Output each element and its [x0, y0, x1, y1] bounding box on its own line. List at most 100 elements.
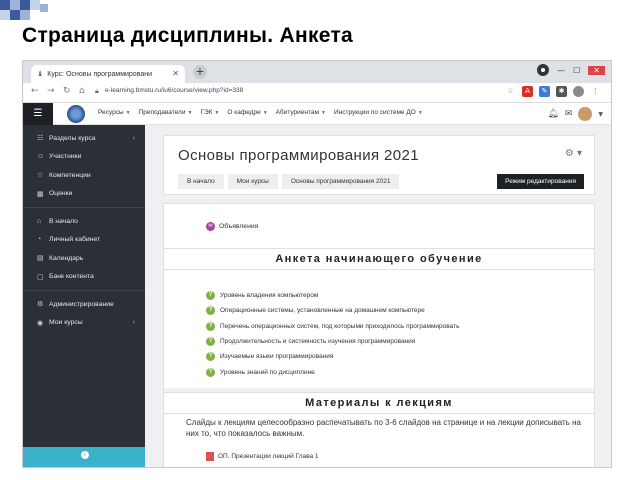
main-content: Основы программирования 2021 ⚙ ▾ В начал… — [145, 125, 611, 467]
courses-icon: ◉ — [37, 319, 44, 327]
survey-icon: ? — [206, 367, 215, 377]
forum-icon: ✉ — [206, 222, 215, 231]
survey-icon: ? — [206, 291, 215, 301]
file-icon: ▢ — [37, 273, 44, 281]
page-title: Основы программирования 2021 — [178, 147, 420, 164]
tab-bar: ♝ Курс: Основы программировани ✕ + — ☐ ✕ — [23, 61, 611, 83]
close-tab-icon[interactable]: ✕ — [172, 69, 179, 78]
presentation-link[interactable]: ОП. Презентации лекций Глава 1 — [206, 452, 319, 461]
list-icon: ☷ — [37, 135, 44, 143]
slide: Страница дисциплины. Анкета ♝ Курс: Осно… — [0, 0, 640, 480]
reload-icon[interactable]: ↻ — [63, 86, 71, 96]
course-content: ✉ Объявления Анкета начинающего обучение… — [163, 203, 595, 467]
section-survey-header: Анкета начинающего обучение — [164, 248, 594, 270]
list-item[interactable]: ? Перечень операционных систем, под котор… — [206, 319, 460, 334]
top-menu: Ресурсы ▼ Преподаватели ▼ ГЭК ▼ О кафедре ▼ … — [98, 109, 423, 116]
list-item[interactable]: ? Продолжительность и системность изучени… — [206, 334, 460, 349]
pdf-extension-icon[interactable]: A — [522, 86, 533, 97]
minimize-icon[interactable]: — — [557, 66, 565, 75]
avatar[interactable] — [578, 107, 593, 121]
record-icon[interactable] — [537, 64, 550, 76]
puzzle-icon[interactable]: ✱ — [556, 86, 567, 97]
browser-window: ♝ Курс: Основы программировани ✕ + — ☐ ✕… — [22, 60, 612, 468]
back-icon[interactable]: ← — [31, 86, 39, 96]
sidebar-group-admin: ⚙ Администрирование ◉ Мои курсы ‹ — [23, 291, 145, 336]
info-icon[interactable]: i — [81, 451, 89, 459]
course-header: Основы программирования 2021 ⚙ ▾ В начал… — [163, 135, 595, 195]
address-bar: ← → ↻ ⌂ 🔒︎ e-learning.bmstu.ru/iu6/cours… — [23, 83, 611, 103]
menu-item-resources[interactable]: Ресурсы ▼ — [98, 109, 131, 116]
survey-icon: ? — [206, 337, 215, 347]
sidebar-item-administration[interactable]: ⚙ Администрирование — [23, 295, 145, 314]
sidebar-item-grades[interactable]: ▦ Оценки — [23, 185, 145, 204]
notifications-icon[interactable]: 🔔︎ — [547, 109, 558, 119]
gear-icon: ⚙ — [37, 301, 44, 309]
section-lectures-header: Материалы к лекциям — [164, 392, 594, 414]
chevron-left-icon[interactable]: ‹ — [133, 135, 135, 142]
tab-title: Курс: Основы программировани — [47, 70, 153, 78]
extensions: ☆ A ✎ ✱ ⋮ — [505, 86, 601, 97]
menu-item-instructions[interactable]: Инструкции по системе ДО ▼ — [334, 109, 423, 116]
more-menu-icon[interactable]: ⋮ — [590, 86, 601, 97]
announcements-link[interactable]: ✉ Объявления — [206, 222, 258, 231]
menu-item-about[interactable]: О кафедре ▼ — [227, 109, 267, 116]
chevron-left-icon[interactable]: ‹ — [133, 319, 135, 326]
bookmark-star-icon[interactable]: ☆ — [505, 86, 516, 97]
breadcrumb-home[interactable]: В начало — [178, 174, 224, 189]
sidebar-item-calendar[interactable]: ▤ Календарь — [23, 249, 145, 268]
user-menu-caret-icon[interactable]: ▼ — [598, 111, 603, 118]
pdf-icon — [206, 452, 214, 461]
home-icon: ⌂ — [37, 217, 42, 225]
sidebar-item-my-courses[interactable]: ◉ Мои курсы ‹ — [23, 314, 145, 333]
dashboard-icon: ◔ — [37, 236, 42, 244]
list-item[interactable]: ? Операционные системы, установленные на … — [206, 303, 460, 318]
close-window-icon[interactable]: ✕ — [588, 65, 605, 75]
users-icon: ☺ — [37, 153, 45, 161]
edit-mode-button[interactable]: Режим редактирования — [497, 174, 584, 189]
list-item[interactable]: ? Уровень знаний по дисциплине — [206, 364, 460, 379]
sidebar-item-dashboard[interactable]: ◔ Личный кабинет — [23, 231, 145, 250]
calendar-icon: ▤ — [37, 255, 44, 263]
grades-icon: ▦ — [37, 190, 44, 198]
sidebar-item-competencies[interactable]: ☆ Компетенции — [23, 166, 145, 185]
home-icon[interactable]: ⌂ — [79, 86, 85, 96]
sidebar-item-home[interactable]: ⌂ В начало — [23, 212, 145, 231]
survey-icon: ? — [206, 352, 215, 362]
window-controls: — ☐ ✕ — [537, 64, 605, 76]
decorative-squares — [0, 0, 60, 26]
lectures-description: Слайды к лекциям целесообразно распечаты… — [186, 418, 581, 438]
lock-icon[interactable]: 🔒︎ — [95, 87, 99, 96]
star-icon: ☆ — [37, 172, 44, 180]
breadcrumb-my-courses[interactable]: Мои курсы — [227, 174, 278, 189]
slide-title: Страница дисциплины. Анкета — [22, 24, 354, 47]
list-item[interactable]: ? Уровень владения компьютером — [206, 288, 460, 303]
sidebar-bottom-bar: i — [23, 447, 145, 467]
course-settings-gear-icon[interactable]: ⚙ ▾ — [565, 148, 582, 159]
menu-item-teachers[interactable]: Преподаватели ▼ — [139, 109, 193, 116]
messages-icon[interactable]: ✉ — [565, 109, 573, 119]
menu-item-gek[interactable]: ГЭК ▼ — [200, 109, 219, 116]
menu-item-applicants[interactable]: Абитуриентам ▼ — [276, 109, 326, 116]
browser-tab[interactable]: ♝ Курс: Основы программировани ✕ — [31, 65, 185, 83]
sidebar-item-participants[interactable]: ☺ Участники — [23, 148, 145, 167]
extension-icon[interactable]: ✎ — [539, 86, 550, 97]
breadcrumb-course[interactable]: Основы программирования 2021 — [281, 174, 400, 189]
sidebar-group-course: ☷ Разделы курса ‹ ☺ Участники ☆ Компетенции … — [23, 125, 145, 208]
list-item[interactable]: ? Изучаемые языки программирования — [206, 349, 460, 364]
sidebar-item-content-bank[interactable]: ▢ Банк контента — [23, 268, 145, 287]
sidebar-item-sections[interactable]: ☷ Разделы курса ‹ — [23, 129, 145, 148]
maximize-icon[interactable]: ☐ — [573, 66, 580, 75]
menu-toggle-icon[interactable]: ☰ — [23, 103, 53, 125]
university-logo[interactable] — [67, 105, 85, 123]
url-field[interactable]: e-learning.bmstu.ru/iu6/course/view.php?… — [105, 87, 243, 94]
survey-icon: ? — [206, 321, 215, 331]
forward-icon[interactable]: → — [47, 86, 55, 96]
breadcrumb: В начало Мои курсы Основы программирован… — [178, 174, 400, 189]
site-favicon-icon: ♝ — [37, 71, 44, 78]
profile-icon[interactable] — [573, 86, 584, 97]
sidebar-group-site: ⌂ В начало ◔ Личный кабинет ▤ Календарь ▢ Ба… — [23, 208, 145, 291]
new-tab-button[interactable]: + — [193, 65, 207, 79]
survey-icon: ? — [206, 306, 215, 316]
user-area: 🔔︎ ✉ ▼ — [547, 107, 603, 121]
moodle-navbar: ☰ Ресурсы ▼ Преподаватели ▼ ГЭК ▼ О кафедре… — [23, 103, 611, 125]
